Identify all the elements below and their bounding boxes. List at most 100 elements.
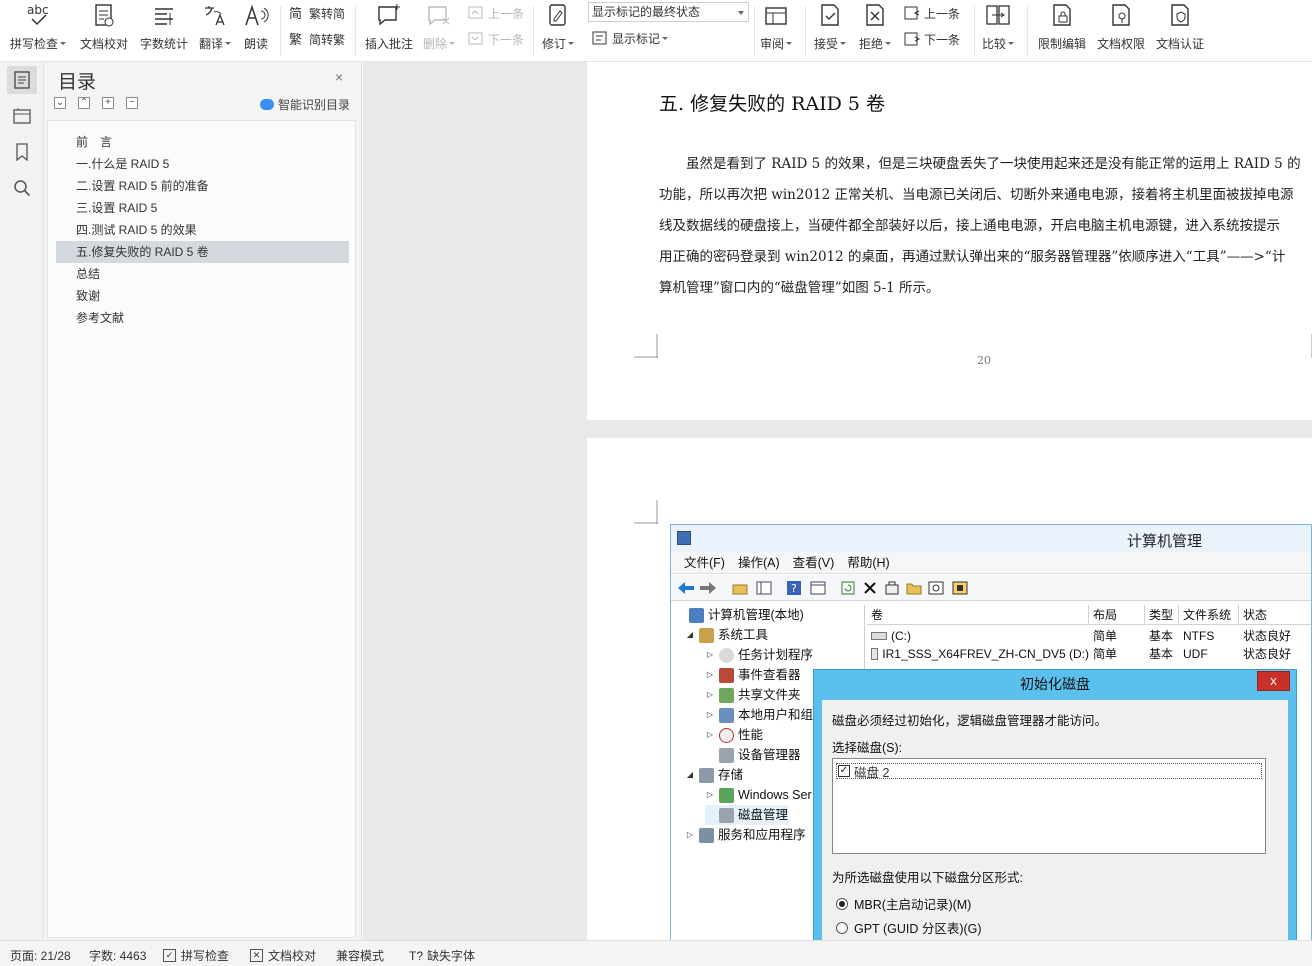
type-cell: 基本 (1149, 647, 1174, 661)
next-comment-button[interactable]: 下一条 (467, 29, 524, 49)
status-spell-check[interactable]: ✓ 拼写检查 (163, 947, 229, 964)
spell-check-button[interactable]: abc 拼写检查 (10, 2, 67, 58)
ribbon-divider (754, 6, 755, 56)
remove-heading-icon[interactable]: − (126, 97, 138, 109)
toc-toolbar: ⌄ ⌃ + − (54, 97, 138, 109)
doc-auth-button[interactable]: 文档认证 (1156, 2, 1204, 58)
prev-comment-button[interactable]: 上一条 (467, 3, 524, 23)
computer-management-icon (677, 531, 691, 545)
ribbon-divider (355, 6, 356, 56)
add-heading-icon[interactable]: + (102, 97, 114, 109)
prev-change-icon (903, 5, 921, 21)
shared-folder-icon (719, 687, 734, 703)
dialog-close-button: x (1257, 671, 1290, 691)
tree-node: ▷ 任务计划程序 (706, 647, 814, 663)
ribbon-toolbar: abc 拼写检查 文档校对 字数统计 翻译 朗读 简 繁转简 繁 简转繁 插入批… (0, 0, 1312, 62)
event-viewer-icon (719, 667, 734, 683)
prev-comment-icon (467, 5, 485, 21)
bookmark-icon (16, 143, 28, 161)
word-count-button[interactable]: 字数统计 (140, 2, 188, 58)
crop-mark (634, 334, 658, 358)
refresh-icon (839, 579, 857, 597)
simp-to-trad-icon: 繁 (288, 31, 306, 47)
back-arrow-icon (677, 579, 695, 597)
display-mode-select[interactable]: 显示标记的最终状态 (588, 2, 749, 22)
find-icon (927, 579, 945, 597)
translate-button[interactable]: 翻译 (199, 2, 232, 58)
search-icon (14, 180, 31, 197)
toc-item[interactable]: 三.设置 RAID 5 (56, 197, 349, 219)
document-page[interactable]: 计算机管理 文件(F) 操作(A) 查看(V) 帮助(H) ? 计算机管理(本地… (587, 438, 1312, 940)
toc-item[interactable]: 一.什么是 RAID 5 (56, 153, 349, 175)
check-box-icon: ✓ (163, 949, 176, 962)
toc-item[interactable]: 二.设置 RAID 5 前的准备 (56, 175, 349, 197)
restrict-edit-button[interactable]: 限制编辑 (1038, 2, 1086, 58)
menu-file: 文件(F) (684, 556, 725, 570)
show-markup-button[interactable]: 显示标记 (591, 28, 669, 48)
outline-panel-button[interactable] (7, 102, 37, 130)
toc-item-active[interactable]: 五.修复失败的 RAID 5 卷 (56, 241, 349, 263)
prev-change-button[interactable]: 上一条 (903, 3, 960, 23)
compare-button[interactable]: 比较 (982, 2, 1015, 58)
missing-fonts[interactable]: T? 缺失字体 (409, 947, 475, 964)
dvd-drive-icon (871, 648, 879, 660)
track-changes-button[interactable]: 修订 (542, 2, 575, 58)
review-button[interactable]: 审阅 (760, 2, 793, 58)
document-page[interactable]: 五. 修复失败的 RAID 5 卷 虽然是看到了 RAID 5 的效果，但是三块… (587, 62, 1312, 420)
word-count[interactable]: 字数: 4463 (89, 947, 146, 964)
tree-node: ▷ 事件查看器 (706, 667, 801, 683)
collapse-all-icon[interactable]: ⌄ (54, 97, 66, 109)
permission-document-icon (1108, 2, 1134, 30)
column-header: 布局 (1089, 605, 1145, 625)
checkbox-checked-icon: ✓ (838, 765, 850, 777)
forward-arrow-icon (699, 579, 717, 597)
close-icon[interactable]: × (335, 69, 343, 85)
document-area[interactable]: 五. 修复失败的 RAID 5 卷 虽然是看到了 RAID 5 的效果，但是三块… (363, 62, 1312, 940)
dialog-title: 初始化磁盘 (1020, 676, 1090, 692)
simp-to-trad-button[interactable]: 繁 简转繁 (288, 29, 345, 49)
doc-permission-button[interactable]: 文档权限 (1097, 2, 1145, 58)
tree-node: ▷ Windows Ser (706, 787, 812, 803)
toc-item[interactable]: 四.测试 RAID 5 的效果 (56, 219, 349, 241)
read-aloud-button[interactable]: 朗读 (243, 2, 269, 58)
body-paragraph: 虽然是看到了 RAID 5 的效果，但是三块硬盘丢失了一块使用起来还是没有能正常… (659, 149, 1309, 304)
trad-to-simp-button[interactable]: 简 繁转简 (288, 3, 345, 23)
search-panel-button[interactable] (7, 174, 37, 202)
svg-text:简: 简 (289, 6, 302, 21)
doc-proof-button[interactable]: 文档校对 (80, 2, 128, 58)
accept-button[interactable]: 接受 (814, 2, 847, 58)
next-change-button[interactable]: 下一条 (903, 29, 960, 49)
insert-comment-button[interactable]: 插入批注 (365, 2, 413, 58)
status-bar: 页面: 21/28 字数: 4463 ✓ 拼写检查 ✕ 文档校对 兼容模式 T? 缺失… (0, 940, 1312, 966)
disk-icon (719, 807, 734, 823)
toc-item[interactable]: 参考文献 (56, 307, 349, 329)
tree-node: ◢ 存储 (686, 767, 744, 783)
page-indicator[interactable]: 页面: 21/28 (10, 947, 71, 964)
dialog-intro: 磁盘必须经过初始化，逻辑磁盘管理器才能访问。 (832, 714, 1108, 728)
toc-item[interactable]: 致谢 (56, 285, 349, 307)
tree-node-selected: 磁盘管理 (705, 805, 789, 825)
word-count-icon (151, 2, 177, 30)
reject-button[interactable]: 拒绝 (859, 2, 892, 58)
next-comment-icon (467, 31, 485, 47)
side-icon-bar (0, 62, 44, 940)
drive-icon (871, 632, 887, 640)
expand-all-icon[interactable]: ⌃ (78, 97, 90, 109)
export-icon (883, 579, 901, 597)
status-doc-proof[interactable]: ✕ 文档校对 (250, 947, 316, 964)
paragraph-line: 用正确的密码登录到 win2012 的桌面，再通过默认弹出来的“服务器管理器”依… (659, 249, 1286, 265)
ribbon-divider (1027, 6, 1028, 56)
smart-toc-button[interactable]: 智能识别目录 (260, 96, 350, 113)
screenshot-menubar: 文件(F) 操作(A) 查看(V) 帮助(H) (671, 552, 1311, 574)
delete-comment-button[interactable]: 删除 (423, 2, 456, 58)
read-aloud-icon (243, 2, 269, 30)
toc-panel-button[interactable] (7, 66, 37, 94)
volume-cell: (C:) (867, 627, 1089, 645)
crop-mark (1311, 334, 1312, 358)
paragraph-line: 虽然是看到了 RAID 5 的效果，但是三块硬盘丢失了一块使用起来还是没有能正常… (686, 156, 1301, 172)
bookmark-panel-button[interactable] (7, 138, 37, 166)
toc-item[interactable]: 前 言 (56, 131, 349, 153)
menu-help: 帮助(H) (847, 556, 890, 570)
status-cell: 状态良好 (1243, 629, 1292, 643)
toc-item[interactable]: 总结 (56, 263, 349, 285)
